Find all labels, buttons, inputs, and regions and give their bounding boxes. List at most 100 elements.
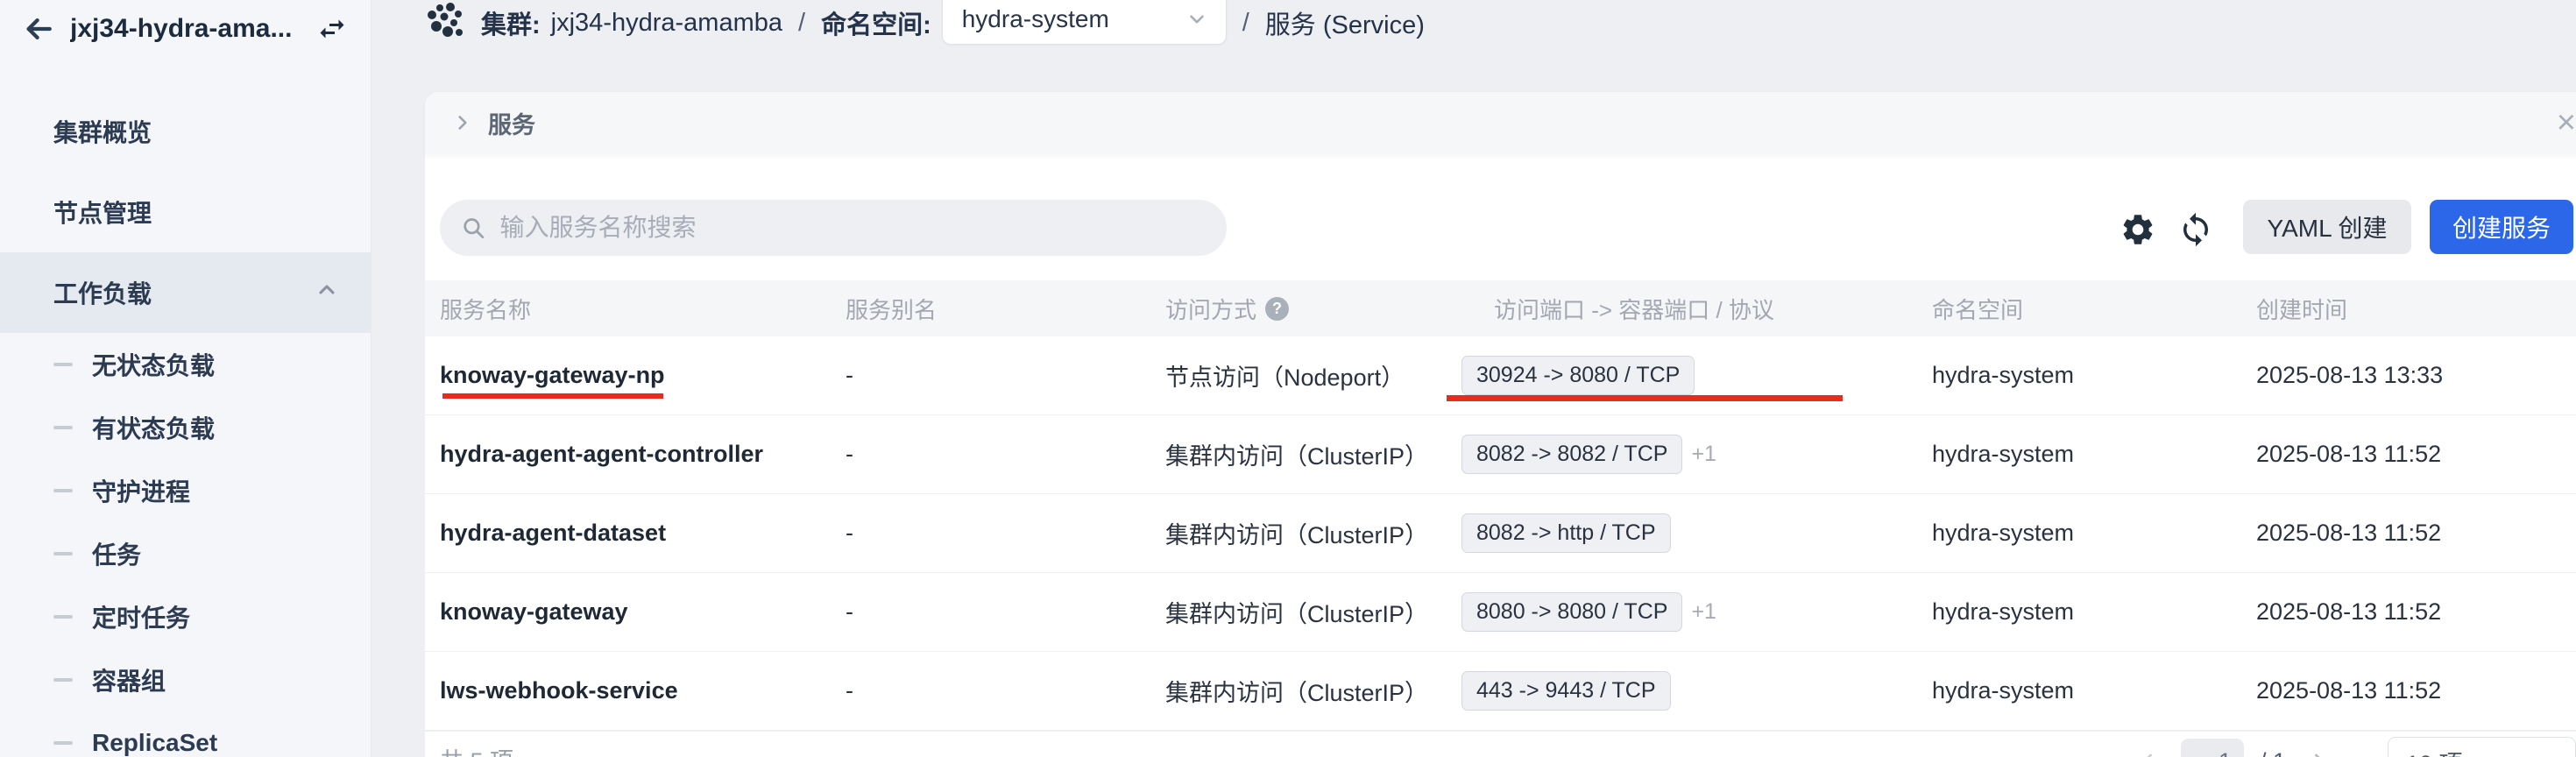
settings-button[interactable] bbox=[2118, 209, 2158, 250]
sidebar-item-pods[interactable]: 容器组 bbox=[0, 648, 371, 711]
sidebar-item-stateful[interactable]: 有状态负载 bbox=[0, 396, 371, 459]
access-type: 节点访问（Nodeport） bbox=[1165, 358, 1461, 393]
service-name-link[interactable]: lws-webhook-service bbox=[440, 677, 846, 704]
sidebar-item-node-management[interactable]: 节点管理 bbox=[0, 172, 371, 252]
created-time: 2025-08-13 11:52 bbox=[2256, 441, 2576, 468]
sidebar-header: jxj34-hydra-ama... bbox=[0, 0, 371, 58]
close-icon[interactable]: × bbox=[2550, 103, 2576, 143]
chevron-right-icon bbox=[2307, 749, 2332, 757]
next-page-button[interactable] bbox=[2302, 744, 2337, 757]
column-header-ports: 访问端口 -> 容器端口 / 协议 bbox=[1461, 293, 1932, 325]
dash-icon bbox=[53, 363, 73, 366]
table-row[interactable]: hydra-agent-agent-controller - 集群内访问（Clu… bbox=[425, 415, 2576, 494]
page-size-value: 10 项 bbox=[2406, 745, 2537, 757]
yaml-create-button[interactable]: YAML 创建 bbox=[2243, 200, 2411, 254]
page-count: / 1 bbox=[2260, 748, 2286, 757]
table-row[interactable]: hydra-agent-dataset - 集群内访问（ClusterIP） 8… bbox=[425, 494, 2576, 573]
refresh-button[interactable] bbox=[2176, 209, 2216, 250]
namespace-cell: hydra-system bbox=[1932, 598, 2256, 626]
service-alias: - bbox=[846, 362, 1165, 389]
sidebar-item-label: 集群概览 bbox=[53, 114, 152, 149]
namespace-cell: hydra-system bbox=[1932, 362, 2256, 389]
sidebar-item-cluster-overview[interactable]: 集群概览 bbox=[0, 91, 371, 172]
service-alias: - bbox=[846, 677, 1165, 704]
service-name-link[interactable]: knoway-gateway-np bbox=[440, 362, 846, 389]
column-header-alias: 服务别名 bbox=[846, 293, 1165, 325]
sidebar-item-cronjobs[interactable]: 定时任务 bbox=[0, 585, 371, 648]
switch-cluster-button[interactable] bbox=[315, 11, 350, 46]
service-panel: 服务 × YAML 创建 创建服务 服务名称 服务别名 访问方式 bbox=[425, 92, 2576, 757]
search-icon bbox=[461, 215, 485, 241]
breadcrumb: 集群: jxj34-hydra-amamba / 命名空间: hydra-sys… bbox=[425, 0, 1425, 46]
main-area: 集群: jxj34-hydra-amamba / 命名空间: hydra-sys… bbox=[372, 0, 2576, 757]
table-row[interactable]: knoway-gateway-np - 节点访问（Nodeport） 30924… bbox=[425, 336, 2576, 415]
service-alias: - bbox=[846, 598, 1165, 626]
table-body: knoway-gateway-np - 节点访问（Nodeport） 30924… bbox=[425, 336, 2576, 731]
table-header: 服务名称 服务别名 访问方式 ? 访问端口 -> 容器端口 / 协议 命名空间 … bbox=[425, 280, 2576, 336]
created-time: 2025-08-13 11:52 bbox=[2256, 677, 2576, 704]
sidebar-item-workloads[interactable]: 工作负载 bbox=[0, 252, 371, 333]
port-cell: 443 -> 9443 / TCP bbox=[1461, 671, 1932, 711]
namespace-select[interactable]: hydra-system bbox=[942, 0, 1227, 45]
create-service-button[interactable]: 创建服务 bbox=[2430, 200, 2573, 254]
port-cell: 30924 -> 8080 / TCP bbox=[1461, 356, 1932, 395]
created-time: 2025-08-13 13:33 bbox=[2256, 362, 2576, 389]
sidebar-item-label: 工作负载 bbox=[53, 275, 152, 310]
namespace-cell: hydra-system bbox=[1932, 677, 2256, 704]
sidebar-item-label: 有状态负载 bbox=[92, 410, 215, 445]
sidebar-item-stateless[interactable]: 无状态负载 bbox=[0, 333, 371, 396]
page-size-select[interactable]: 10 项 bbox=[2388, 737, 2576, 757]
service-name-link[interactable]: hydra-agent-dataset bbox=[440, 520, 846, 547]
sidebar-item-label: 节点管理 bbox=[53, 195, 152, 230]
port-badge: 8080 -> 8080 / TCP bbox=[1461, 592, 1682, 632]
sidebar-item-label: ReplicaSet bbox=[92, 729, 217, 757]
chevron-right-icon[interactable] bbox=[451, 111, 474, 134]
panel-header: 服务 × bbox=[425, 92, 2576, 153]
namespace-cell: hydra-system bbox=[1932, 441, 2256, 468]
help-icon[interactable]: ? bbox=[1265, 297, 1289, 321]
namespace-selected-value: hydra-system bbox=[962, 5, 1185, 33]
port-badge: 8082 -> http / TCP bbox=[1461, 513, 1671, 553]
arrow-left-icon bbox=[24, 14, 53, 44]
cluster-title: jxj34-hydra-ama... bbox=[70, 14, 301, 44]
dash-icon bbox=[53, 426, 73, 429]
namespace-label: 命名空间: bbox=[821, 4, 931, 41]
search-input[interactable] bbox=[499, 214, 1206, 242]
prev-page-button[interactable] bbox=[2130, 744, 2165, 757]
port-badge: 443 -> 9443 / TCP bbox=[1461, 671, 1671, 711]
cluster-name[interactable]: jxj34-hydra-amamba bbox=[551, 9, 782, 38]
access-type: 集群内访问（ClusterIP） bbox=[1165, 437, 1461, 471]
sidebar-item-label: 定时任务 bbox=[92, 599, 190, 634]
table-row[interactable]: knoway-gateway - 集群内访问（ClusterIP） 8080 -… bbox=[425, 573, 2576, 652]
dash-icon bbox=[53, 741, 73, 745]
port-badge: 30924 -> 8080 / TCP bbox=[1461, 356, 1695, 395]
table-footer: 共 5 项 1 / 1 10 项 bbox=[425, 731, 2576, 757]
current-page-input[interactable]: 1 bbox=[2181, 739, 2244, 757]
sidebar-item-label: 守护进程 bbox=[92, 473, 190, 508]
port-extra-count[interactable]: +1 bbox=[1691, 599, 1716, 625]
top-bar: 集群: jxj34-hydra-amamba / 命名空间: hydra-sys… bbox=[372, 0, 2576, 92]
sidebar-item-jobs[interactable]: 任务 bbox=[0, 522, 371, 585]
service-name-link[interactable]: hydra-agent-agent-controller bbox=[440, 441, 846, 468]
breadcrumb-separator: / bbox=[1242, 9, 1249, 38]
back-button[interactable] bbox=[21, 11, 56, 46]
service-name-link[interactable]: knoway-gateway bbox=[440, 598, 846, 626]
annotation-underline-port bbox=[1447, 395, 1843, 401]
access-type: 集群内访问（ClusterIP） bbox=[1165, 516, 1461, 550]
search-box bbox=[440, 200, 1227, 256]
table-row[interactable]: lws-webhook-service - 集群内访问（ClusterIP） 4… bbox=[425, 652, 2576, 731]
service-alias: - bbox=[846, 520, 1165, 547]
created-time: 2025-08-13 11:52 bbox=[2256, 520, 2576, 547]
dash-icon bbox=[53, 615, 73, 619]
column-header-access: 访问方式 ? bbox=[1165, 293, 1461, 325]
sidebar-item-daemonset[interactable]: 守护进程 bbox=[0, 459, 371, 522]
port-extra-count[interactable]: +1 bbox=[1691, 442, 1716, 467]
port-cell: 8082 -> 8082 / TCP +1 bbox=[1461, 435, 1932, 474]
yaml-create-label: YAML 创建 bbox=[2268, 209, 2388, 244]
app-window: jxj34-hydra-ama... 集群概览 节点管理 工作负载 无状态负载 … bbox=[0, 0, 2576, 757]
column-header-name: 服务名称 bbox=[440, 293, 846, 325]
chevron-down-icon bbox=[1185, 8, 1208, 31]
cluster-logo-icon bbox=[425, 3, 465, 43]
sidebar-item-label: 无状态负载 bbox=[92, 347, 215, 382]
sidebar-item-replicaset[interactable]: ReplicaSet bbox=[0, 711, 371, 757]
